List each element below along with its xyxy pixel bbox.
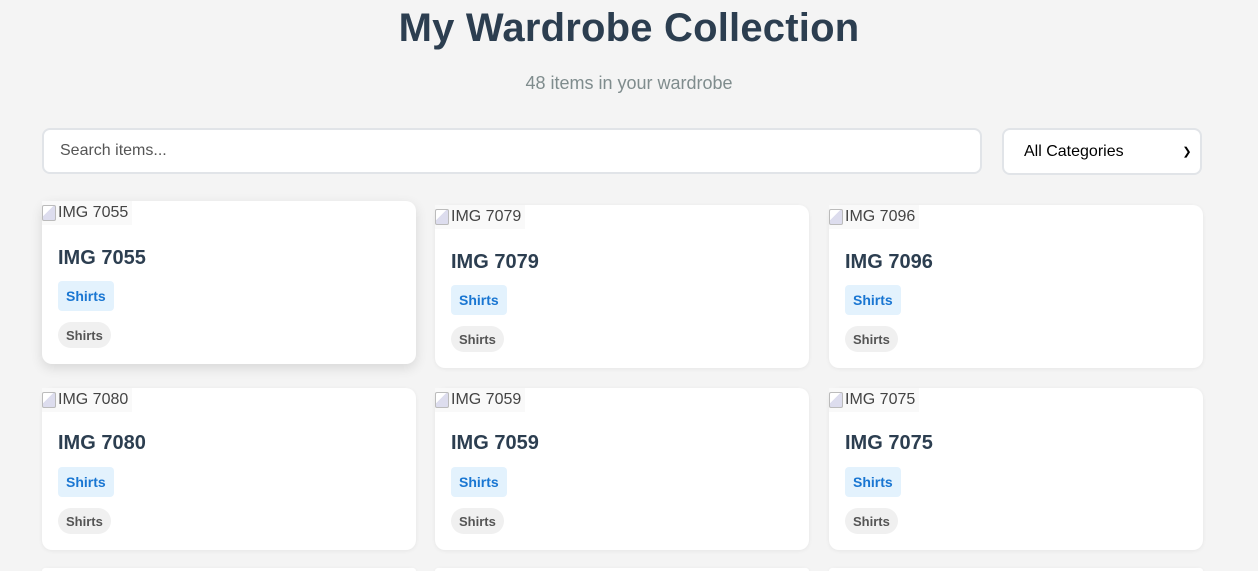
item-tag: Shirts	[451, 326, 504, 352]
chevron-down-icon: ❯	[1182, 146, 1192, 158]
item-tag: Shirts	[845, 508, 898, 534]
item-image-alt: IMG 7096	[845, 208, 916, 225]
item-image: IMG 7055	[42, 201, 133, 225]
item-image-alt: IMG 7080	[58, 391, 129, 408]
item-image: IMG 7096	[829, 205, 920, 229]
broken-image-icon	[435, 209, 449, 225]
item-name: IMG 7059	[451, 432, 539, 454]
category-filter-select[interactable]: All Categories ❯	[1002, 128, 1202, 175]
item-image: IMG 7075	[829, 388, 920, 412]
search-input[interactable]	[42, 128, 982, 174]
item-category-badge: Shirts	[451, 285, 507, 315]
wardrobe-item-card[interactable]: IMG 7096 IMG 7096 Shirts Shirts	[829, 205, 1203, 368]
item-tag: Shirts	[451, 508, 504, 534]
item-image: IMG 7080	[42, 388, 133, 412]
wardrobe-item-card[interactable]: IMG 7059 IMG 7059 Shirts Shirts	[435, 388, 809, 550]
broken-image-icon	[42, 205, 56, 221]
item-name: IMG 7079	[451, 251, 539, 273]
item-category-badge: Shirts	[845, 285, 901, 315]
item-name: IMG 7080	[58, 432, 146, 454]
page-title: My Wardrobe Collection	[398, 6, 860, 50]
item-image: IMG 7079	[435, 205, 526, 229]
wardrobe-item-card[interactable]: IMG 7075 IMG 7075 Shirts Shirts	[829, 388, 1203, 550]
broken-image-icon	[42, 392, 56, 408]
item-category-badge: Shirts	[451, 467, 507, 497]
category-filter-value: All Categories	[1024, 142, 1124, 160]
item-count-subtitle: 48 items in your wardrobe	[525, 73, 733, 93]
broken-image-icon	[435, 392, 449, 408]
item-tag: Shirts	[58, 508, 111, 534]
item-image-alt: IMG 7059	[451, 391, 522, 408]
item-category-badge: Shirts	[845, 467, 901, 497]
item-image-alt: IMG 7055	[58, 204, 129, 221]
item-name: IMG 7096	[845, 251, 933, 273]
item-image-alt: IMG 7075	[845, 391, 916, 408]
wardrobe-item-card[interactable]: IMG 7080 IMG 7080 Shirts Shirts	[42, 388, 416, 550]
item-tag: Shirts	[58, 322, 111, 348]
item-name: IMG 7075	[845, 432, 933, 454]
item-tag: Shirts	[845, 326, 898, 352]
item-image-alt: IMG 7079	[451, 208, 522, 225]
broken-image-icon	[829, 392, 843, 408]
broken-image-icon	[829, 209, 843, 225]
item-name: IMG 7055	[58, 247, 146, 269]
item-image: IMG 7059	[435, 388, 526, 412]
wardrobe-item-card[interactable]: IMG 7055 IMG 7055 Shirts Shirts	[42, 201, 416, 364]
item-category-badge: Shirts	[58, 467, 114, 497]
item-category-badge: Shirts	[58, 281, 114, 311]
wardrobe-item-card[interactable]: IMG 7079 IMG 7079 Shirts Shirts	[435, 205, 809, 368]
wardrobe-page: My Wardrobe Collection 48 items in your …	[0, 0, 1258, 571]
